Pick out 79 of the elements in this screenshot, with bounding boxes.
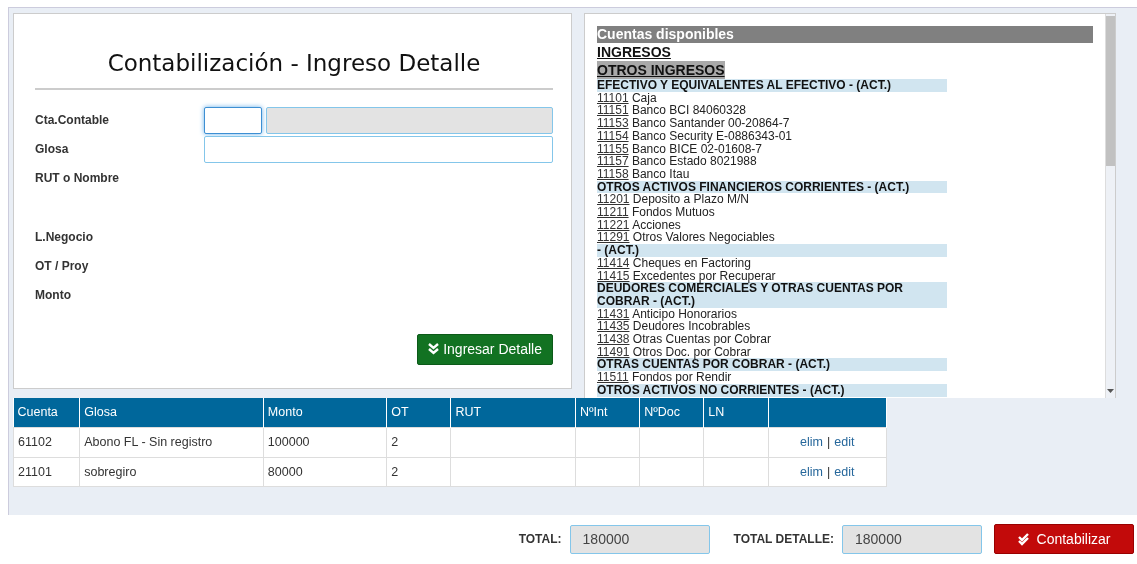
account-code-link[interactable]: 11157 xyxy=(597,154,629,169)
account-name: Deudores Incobrables xyxy=(632,319,751,334)
group-heading: OTRAS CUENTAS POR COBRAR - (ACT.) xyxy=(597,358,947,372)
account-name: Anticipo Honorarios xyxy=(632,306,737,321)
account-code-link[interactable]: 11291 xyxy=(597,230,630,245)
column-header: OT xyxy=(386,398,451,428)
total-field[interactable]: 180000 xyxy=(569,524,710,554)
section-heading: OTROS INGRESOS xyxy=(597,61,725,79)
scroll-down-arrow-icon[interactable] xyxy=(1106,388,1115,394)
table-cell: 21101 xyxy=(13,457,80,487)
account-code-link[interactable]: 11154 xyxy=(597,128,629,143)
table-cell: 2 xyxy=(386,427,451,457)
submit-detail-button[interactable]: Ingresar Detalle xyxy=(417,333,553,365)
account-name: Otros Valores Negociables xyxy=(632,230,775,245)
account-code-link[interactable]: 11435 xyxy=(597,319,630,334)
account-name: Banco Santander 00-20864-7 xyxy=(631,116,790,131)
account-code-link[interactable]: 11221 xyxy=(597,217,630,232)
column-header: Monto xyxy=(263,398,387,428)
delete-link[interactable]: elim xyxy=(800,434,824,449)
field-label: OT / Proy xyxy=(35,258,90,276)
double-chevron-icon xyxy=(428,343,440,356)
account-name: Otras Cuentas por Cobrar xyxy=(632,332,771,347)
column-header: Cuenta xyxy=(13,398,80,428)
field-label: RUT o Nombre xyxy=(35,170,120,188)
table-cell: 61102 xyxy=(13,427,80,457)
account-code-field[interactable] xyxy=(204,106,262,134)
account-code-link[interactable]: 11158 xyxy=(597,166,629,181)
table-cell: 2 xyxy=(386,457,451,487)
separator: | xyxy=(827,464,831,479)
list-title: Cuentas disponibles xyxy=(597,26,1093,43)
account-code-link[interactable]: 11211 xyxy=(597,205,629,220)
contabilizar-button[interactable]: Contabilizar xyxy=(994,524,1134,554)
total-detail-field[interactable]: 180000 xyxy=(842,524,982,554)
form-title: Contabilización - Ingreso Detalle xyxy=(35,50,553,90)
field-label: Monto xyxy=(35,287,72,305)
account-code-link[interactable]: 11153 xyxy=(597,116,629,131)
account-name: Acciones xyxy=(632,217,681,232)
account-code-link[interactable]: 11438 xyxy=(597,332,630,347)
field-label: Cta.Contable xyxy=(35,112,110,130)
account-code-link[interactable]: 11491 xyxy=(597,344,630,359)
column-header: NºInt xyxy=(575,398,640,428)
group-heading: EFECTIVO Y EQUIVALENTES AL EFECTIVO - (ACT.) xyxy=(597,79,947,92)
account-code-link[interactable]: 11431 xyxy=(597,306,630,321)
account-name: Banco Estado 8021988 xyxy=(631,154,757,169)
edit-link[interactable]: edit xyxy=(834,434,855,449)
account-name: Caja xyxy=(631,90,657,105)
account-code-link[interactable]: 11155 xyxy=(597,141,629,156)
edit-link[interactable]: edit xyxy=(834,464,855,479)
account-code-link[interactable]: 11511 xyxy=(597,370,629,385)
column-header: NºDoc xyxy=(639,398,704,428)
account-code-link[interactable]: 11201 xyxy=(597,192,630,207)
scrollbar[interactable] xyxy=(1105,14,1115,398)
total-detail-label: TOTAL DETALLE: xyxy=(733,531,834,548)
group-heading: OTROS ACTIVOS FINANCIEROS CORRIENTES - (ACT.) xyxy=(597,180,947,194)
account-name: Banco Security E-0886343-01 xyxy=(631,128,793,143)
group-heading: OTROS ACTIVOS NO CORRIENTES - (ACT.) xyxy=(597,383,947,397)
account-name: Fondos por Rendir xyxy=(631,370,732,385)
separator: | xyxy=(827,434,831,449)
table-cell: sobregiro xyxy=(79,457,264,487)
table-cell: 100000 xyxy=(263,427,387,457)
column-header: RUT xyxy=(451,398,576,428)
total-label: TOTAL: xyxy=(518,531,562,548)
field-label: L.Negocio xyxy=(35,229,94,247)
account-code-link[interactable]: 11151 xyxy=(597,103,629,118)
account-code-link[interactable]: 11101 xyxy=(597,90,629,105)
glosa-field[interactable] xyxy=(204,135,553,163)
account-name: Fondos Mutuos xyxy=(631,205,715,220)
column-header: LN xyxy=(703,398,769,428)
field-label: Glosa xyxy=(35,141,70,159)
group-heading: - (ACT.) xyxy=(597,244,947,257)
account-code-link[interactable]: 11415 xyxy=(597,268,630,283)
table-cell: Abono FL - Sin registro xyxy=(79,427,264,457)
table-cell: 80000 xyxy=(263,457,387,487)
group-heading: DEUDORES COMERCIALES Y OTRAS CUENTAS POR COBRAR - (ACT.) xyxy=(597,282,947,308)
delete-link[interactable]: elim xyxy=(800,464,824,479)
account-name: Deposito a Plazo M/N xyxy=(632,192,749,207)
account-name: Banco Itau xyxy=(631,166,690,181)
section-heading: INGRESOS xyxy=(597,43,671,61)
column-header: Glosa xyxy=(79,398,264,428)
